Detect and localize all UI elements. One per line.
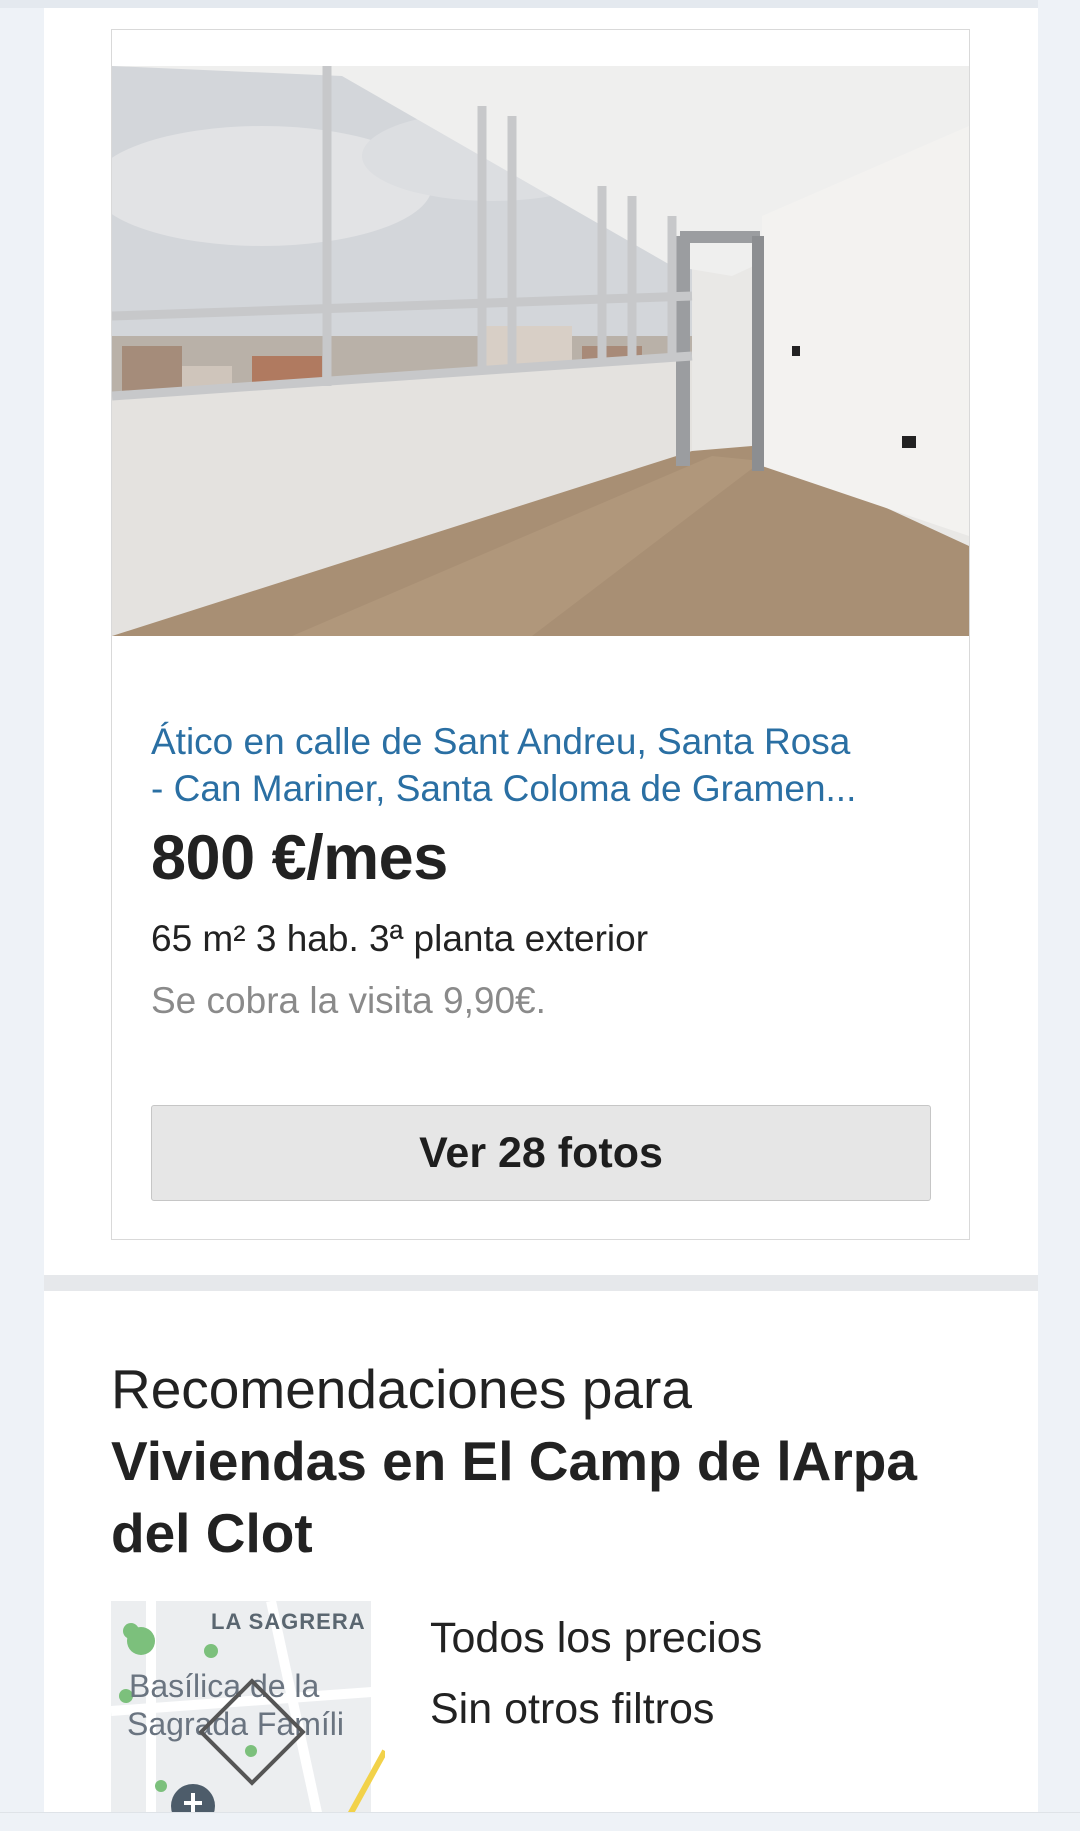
listing-photo[interactable] <box>112 66 969 636</box>
recommendations-heading-area-1: Viviendas en El Camp de lArpa <box>111 1430 917 1492</box>
bottom-margin <box>0 1812 1080 1831</box>
filter-other[interactable]: Sin otros filtros <box>430 1674 762 1745</box>
room-illustration <box>112 66 969 636</box>
map-illustration: LA SAGRERA Basílica de la Sagrada Famíli <box>111 1601 385 1831</box>
section-divider <box>44 1275 1038 1291</box>
recommendation-filters: Todos los precios Sin otros filtros <box>430 1603 762 1745</box>
filter-price[interactable]: Todos los precios <box>430 1603 762 1674</box>
right-margin <box>1038 0 1080 1831</box>
recommendations-heading-area-2: del Clot <box>111 1502 313 1564</box>
map-label-district: LA SAGRERA <box>211 1609 366 1634</box>
recommendations-heading: Recomendaciones para Viviendas en El Cam… <box>111 1353 991 1569</box>
recommendations-section: Recomendaciones para Viviendas en El Cam… <box>44 1291 1038 1831</box>
visit-fee-note: Se cobra la visita 9,90€. <box>151 980 546 1021</box>
map-label-poi-1: Basílica de la <box>129 1668 320 1704</box>
listing-title-link[interactable]: Ático en calle de Sant Andreu, Santa Ros… <box>151 718 941 812</box>
top-strip <box>0 0 1080 8</box>
listing-title-line-1: Ático en calle de Sant Andreu, Santa Ros… <box>151 721 851 762</box>
map-thumbnail[interactable]: LA SAGRERA Basílica de la Sagrada Famíli <box>111 1601 385 1831</box>
listing-title-line-2: - Can Mariner, Santa Coloma de Gramen... <box>151 768 857 809</box>
listing-price: 800 €/mes <box>151 823 448 893</box>
map-label-poi-2: Sagrada Famíli <box>127 1706 344 1742</box>
listing-details: 65 m² 3 hab. 3ª planta exterior <box>151 918 649 959</box>
view-photos-button[interactable]: Ver 28 fotos <box>151 1105 931 1201</box>
recommendations-heading-intro: Recomendaciones para <box>111 1358 692 1420</box>
listing-panel: Ático en calle de Sant Andreu, Santa Ros… <box>44 8 1038 1275</box>
listing-card[interactable]: Ático en calle de Sant Andreu, Santa Ros… <box>111 29 970 1240</box>
